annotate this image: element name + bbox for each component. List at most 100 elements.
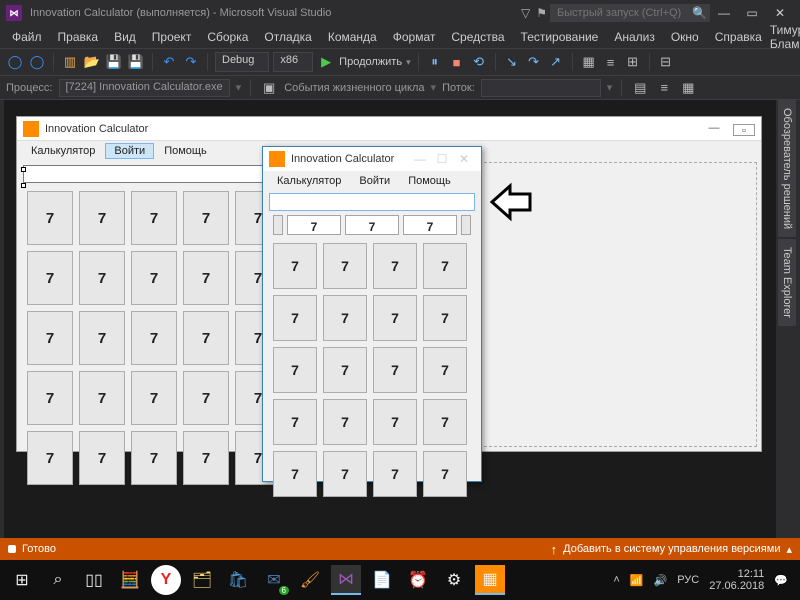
step-out-icon[interactable]: ↗ [547, 53, 565, 71]
run-seg-1[interactable]: 7 [287, 215, 341, 235]
selection-handle[interactable] [21, 183, 26, 188]
continue-icon[interactable]: ▶ [317, 53, 335, 71]
run-minimize-icon[interactable]: — [409, 152, 431, 166]
form-menu-calculator[interactable]: Калькулятор [23, 144, 103, 158]
run-calc-button[interactable]: 7 [273, 399, 317, 445]
taskbar-app-settings[interactable]: ⚙ [439, 565, 469, 595]
align-icon[interactable]: ≡ [602, 53, 620, 71]
start-button[interactable]: ⊞ [7, 565, 37, 595]
menu-debug[interactable]: Отладка [256, 28, 319, 46]
designer-calc-button[interactable]: 7 [79, 251, 125, 305]
restore-button[interactable]: ▭ [738, 3, 766, 23]
menu-test[interactable]: Тестирование [513, 28, 607, 46]
modules-icon[interactable]: ▦ [679, 79, 697, 97]
stop-icon[interactable]: ■ [448, 53, 466, 71]
menu-format[interactable]: Формат [385, 28, 444, 46]
threads-icon[interactable]: ≡ [655, 79, 673, 97]
restart-icon[interactable]: ⟲ [470, 53, 488, 71]
tray-clock[interactable]: 12:11 27.06.2018 [709, 568, 764, 592]
designer-calc-button[interactable]: 7 [183, 251, 229, 305]
menu-file[interactable]: Файл [4, 28, 50, 46]
quick-launch-input[interactable] [550, 4, 710, 22]
designer-calc-button[interactable]: 7 [131, 311, 177, 365]
nav-fwd-icon[interactable]: ◯ [28, 53, 46, 71]
tab-order-icon[interactable]: ⊟ [657, 53, 675, 71]
run-seg[interactable] [273, 215, 283, 235]
menu-team[interactable]: Команда [320, 28, 385, 46]
taskbar-app-calc[interactable]: 🧮 [115, 565, 145, 595]
run-seg-2[interactable]: 7 [345, 215, 399, 235]
taskbar-app-store[interactable]: 🛍 [223, 565, 253, 595]
run-calc-button[interactable]: 7 [323, 243, 367, 289]
run-calc-button[interactable]: 7 [423, 347, 467, 393]
source-control-button[interactable]: Добавить в систему управления версиями [563, 543, 780, 555]
run-calc-button[interactable]: 7 [273, 347, 317, 393]
menu-analyze[interactable]: Анализ [606, 28, 663, 46]
taskbar-app-yandex[interactable]: Y [151, 565, 181, 595]
tray-volume-icon[interactable]: 🔊 [654, 574, 668, 587]
cloud-up-icon[interactable]: ↑ [551, 542, 558, 557]
save-icon[interactable]: 💾 [105, 53, 123, 71]
run-seg-3[interactable]: 7 [403, 215, 457, 235]
run-calc-button[interactable]: 7 [323, 451, 367, 497]
process-dropdown[interactable]: [7224] Innovation Calculator.exe [59, 79, 230, 97]
tray-notifications-icon[interactable]: 💬 [774, 574, 788, 587]
run-menu-help[interactable]: Помощь [400, 174, 459, 188]
task-view-icon[interactable]: ▯▯ [79, 565, 109, 595]
open-icon[interactable]: 📂 [83, 53, 101, 71]
run-textbox[interactable] [269, 193, 475, 211]
menu-edit[interactable]: Правка [50, 28, 107, 46]
run-calc-button[interactable]: 7 [323, 295, 367, 341]
run-calc-button[interactable]: 7 [273, 243, 317, 289]
menu-tools[interactable]: Средства [443, 28, 512, 46]
team-explorer-tab[interactable]: Team Explorer [778, 239, 796, 326]
tray-lang[interactable]: РУС [677, 574, 699, 586]
thread-dropdown[interactable] [481, 79, 601, 97]
search-task-icon[interactable]: ⌕ [43, 565, 73, 595]
run-calc-button[interactable]: 7 [373, 295, 417, 341]
close-button[interactable]: ✕ [766, 3, 794, 23]
run-calc-button[interactable]: 7 [323, 399, 367, 445]
selection-handle[interactable] [21, 167, 26, 172]
run-close-icon[interactable]: ✕ [453, 152, 475, 166]
designer-calc-button[interactable]: 7 [79, 191, 125, 245]
undo-icon[interactable]: ↶ [160, 53, 178, 71]
run-seg[interactable] [461, 215, 471, 235]
form-menu-help[interactable]: Помощь [156, 144, 215, 158]
run-calc-button[interactable]: 7 [423, 399, 467, 445]
designer-calc-button[interactable]: 7 [27, 431, 73, 485]
run-maximize-icon[interactable]: ☐ [431, 152, 453, 166]
designer-calc-button[interactable]: 7 [131, 371, 177, 425]
form-maximize-icon[interactable]: ▫ [733, 124, 755, 136]
run-calc-button[interactable]: 7 [273, 451, 317, 497]
menu-view[interactable]: Вид [106, 28, 144, 46]
designer-calc-button[interactable]: 7 [183, 371, 229, 425]
designer-calc-button[interactable]: 7 [27, 371, 73, 425]
chevron-up-icon[interactable]: ▴ [786, 543, 792, 556]
run-calc-button[interactable]: 7 [423, 295, 467, 341]
run-calc-button[interactable]: 7 [373, 451, 417, 497]
form-minimize-icon[interactable]: — [703, 122, 725, 136]
run-menu-login[interactable]: Войти [351, 174, 398, 188]
running-app-window[interactable]: Innovation Calculator — ☐ ✕ Калькулятор … [262, 146, 482, 482]
notifications-icon[interactable]: ▽ [521, 6, 530, 20]
taskbar-app-doc[interactable]: 📄 [367, 565, 397, 595]
taskbar-app-paint[interactable]: 🖌 [295, 565, 325, 595]
menu-project[interactable]: Проект [144, 28, 200, 46]
run-calc-button[interactable]: 7 [323, 347, 367, 393]
user-name-label[interactable]: Тимур Бламыков [770, 23, 800, 51]
taskbar-app-vs[interactable]: ⋈ [331, 565, 361, 595]
run-menu-calculator[interactable]: Калькулятор [269, 174, 349, 188]
pause-icon[interactable]: ⏸ [426, 53, 444, 71]
designer-calc-button[interactable]: 7 [27, 251, 73, 305]
run-calc-button[interactable]: 7 [273, 295, 317, 341]
run-calc-button[interactable]: 7 [423, 243, 467, 289]
designer-calc-button[interactable]: 7 [131, 191, 177, 245]
feedback-icon[interactable]: ⚑ [536, 6, 547, 20]
menu-help[interactable]: Справка [707, 28, 770, 46]
search-icon[interactable]: 🔍 [692, 6, 707, 20]
config-dropdown[interactable]: Debug [215, 52, 269, 72]
designer-calc-button[interactable]: 7 [27, 311, 73, 365]
step-into-icon[interactable]: ↘ [503, 53, 521, 71]
designer-calc-button[interactable]: 7 [183, 431, 229, 485]
